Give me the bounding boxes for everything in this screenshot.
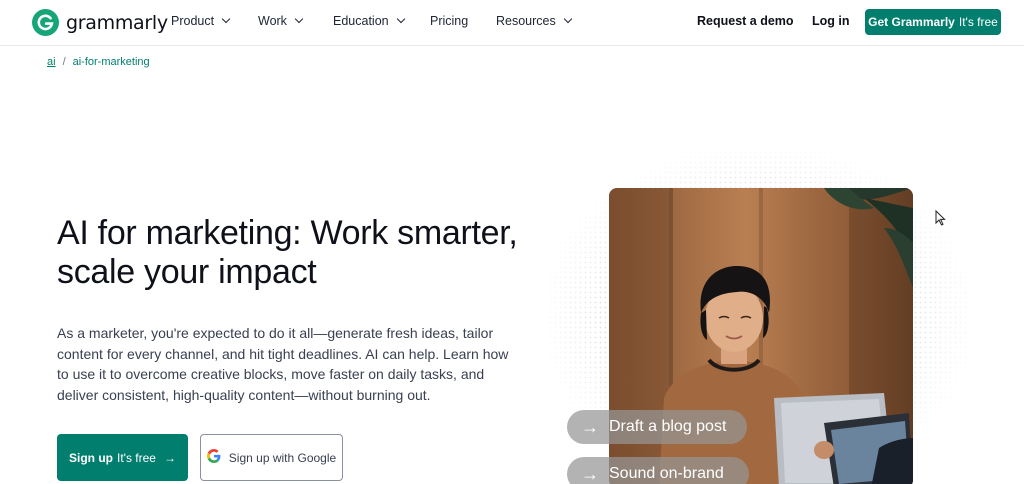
nav-resources[interactable]: Resources: [496, 14, 572, 28]
arrow-right-icon: →: [163, 450, 176, 465]
chevron-down-icon: [294, 14, 304, 24]
chevron-down-icon: [396, 14, 405, 24]
nav-education[interactable]: Education: [333, 14, 405, 28]
sign-up-label: Sign up: [69, 450, 113, 465]
suggestion-pill-sound-on-brand: → Sound on-brand: [567, 457, 749, 484]
request-demo-link[interactable]: Request a demo: [697, 14, 794, 28]
google-label: Sign up with Google: [228, 450, 337, 465]
page-title: AI for marketing: Work smarter, scale yo…: [57, 214, 518, 291]
pill-label: Draft a blog post: [609, 418, 727, 435]
arrow-right-icon: →: [581, 416, 599, 437]
sign-up-button[interactable]: Sign up It's free →: [57, 434, 188, 481]
nav-pricing[interactable]: Pricing: [430, 14, 468, 28]
nav-work[interactable]: Work: [258, 14, 304, 28]
suggestion-pill-draft-blog-post: → Draft a blog post: [567, 410, 747, 444]
nav-resources-label: Resources: [496, 14, 556, 28]
grammarly-logo[interactable]: grammarly: [32, 9, 168, 36]
pill-label: Sound on-brand: [609, 465, 724, 482]
chevron-down-icon: [221, 14, 231, 24]
nav-pricing-label: Pricing: [430, 14, 469, 28]
its-free-label: It's free: [117, 450, 156, 465]
breadcrumb-separator: /: [62, 56, 66, 68]
login-link[interactable]: Log in: [812, 14, 850, 28]
mouse-cursor-icon: [935, 209, 946, 231]
breadcrumb: ai / ai-for-marketing: [47, 56, 150, 68]
top-navigation: grammarly Product Work Education Pricing…: [0, 0, 1024, 46]
nav-product[interactable]: Product: [171, 14, 231, 28]
grammarly-g-icon: [32, 9, 59, 36]
get-grammarly-button[interactable]: Get Grammarly It's free: [865, 9, 1001, 35]
arrow-right-icon: →: [581, 463, 599, 484]
brand-name: grammarly: [66, 11, 168, 34]
hero-description: As a marketer, you're expected to do it …: [57, 325, 509, 403]
chevron-down-icon: [563, 14, 572, 24]
breadcrumb-current-link[interactable]: ai-for-marketing: [73, 56, 150, 68]
its-free-label: It's free: [958, 15, 998, 29]
google-icon: [206, 449, 221, 466]
get-grammarly-label: Get Grammarly: [868, 15, 955, 29]
nav-product-label: Product: [171, 14, 215, 28]
nav-work-label: Work: [258, 14, 287, 28]
sign-up-with-google-button[interactable]: Sign up with Google: [200, 434, 343, 481]
breadcrumb-root-link[interactable]: ai: [47, 56, 56, 68]
nav-education-label: Education: [333, 14, 389, 28]
